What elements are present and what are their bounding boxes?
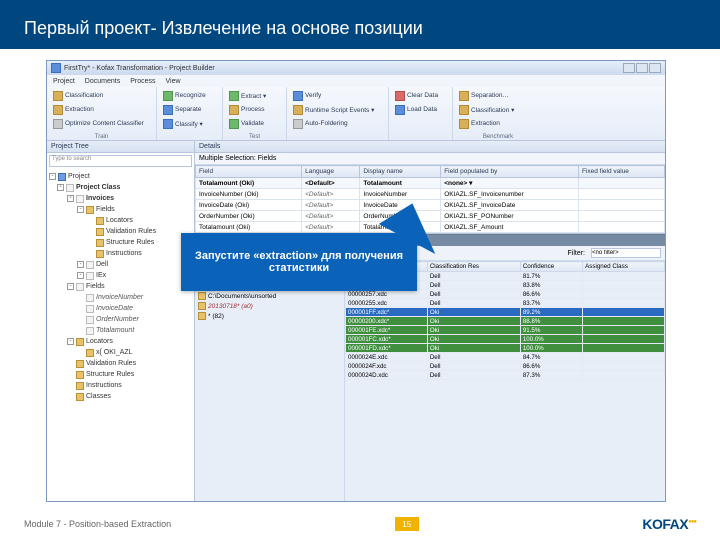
tree-node[interactable]: -Fields [49, 204, 194, 215]
ribbon-benchextract[interactable]: Extraction [459, 117, 537, 130]
minimize-button[interactable] [623, 63, 635, 73]
file-row[interactable]: 0000024D.xdcDell87.3% [346, 371, 665, 380]
app-window: FirstTry* - Kofax Transformation - Proje… [46, 60, 666, 502]
tree-node[interactable]: Validation Rules [49, 358, 194, 369]
titlebar: FirstTry* - Kofax Transformation - Proje… [47, 61, 665, 75]
filter-input[interactable] [591, 248, 661, 258]
file-table[interactable]: FilenameClassification ResConfidenceAssi… [345, 261, 665, 501]
project-tree-header: Project Tree [47, 141, 194, 153]
tree-node[interactable]: -Invoices [49, 193, 194, 204]
ribbon-loaddata[interactable]: Load Data [395, 103, 446, 116]
tree-node[interactable]: Instructions [49, 380, 194, 391]
ribbon-benchclass[interactable]: Classification ▾ [459, 103, 537, 116]
tree-node[interactable]: -Fields [49, 281, 194, 292]
bench-set-row[interactable]: * (82) [195, 311, 344, 321]
grid-column-header[interactable]: Language [302, 166, 360, 178]
tree-list[interactable]: -Project-Project Class-Invoices-FieldsLo… [47, 169, 194, 501]
project-tree-panel: Project Tree Type to search -Project-Pro… [47, 141, 195, 501]
ribbon-separation[interactable]: Separation… [459, 89, 537, 102]
grid-row[interactable]: InvoiceNumber (Oki)<Default>InvoiceNumbe… [196, 189, 665, 200]
menubar: Project Documents Process View [47, 75, 665, 87]
tree-node[interactable]: -IEx [49, 270, 194, 281]
ribbon-recognize[interactable]: Recognize [163, 89, 216, 102]
kofax-logo: KOFAX [642, 516, 696, 532]
slide-title: Первый проект- Извлечение на основе пози… [0, 0, 720, 49]
bench-set-row[interactable]: 20130718* (a0) [195, 301, 344, 311]
ribbon-verify[interactable]: Verify [293, 89, 382, 102]
file-row[interactable]: 000001FD.xdc*Oki100.0% [346, 344, 665, 353]
close-button[interactable] [649, 63, 661, 73]
details-header: Details [195, 141, 665, 153]
bench-set-row[interactable]: C:\Documents\unsorted [195, 291, 344, 301]
file-column-header[interactable]: Classification Res [427, 262, 520, 272]
callout-box: Запустите «extraction» для получения ста… [181, 233, 417, 291]
module-label: Module 7 - Position-based Extraction [24, 519, 171, 529]
file-column-header[interactable]: Assigned Class [583, 262, 665, 272]
grid-column-header[interactable]: Field populated by [441, 166, 579, 178]
grid-row[interactable]: InvoiceDate (Oki)<Default>InvoiceDateOKI… [196, 200, 665, 211]
file-row[interactable]: 0000024E.xdcDell84.7% [346, 353, 665, 362]
tree-node[interactable]: Structure Rules [49, 237, 194, 248]
tree-search[interactable]: Type to search [49, 155, 192, 167]
tree-node[interactable]: Locators [49, 215, 194, 226]
grid-column-header[interactable]: Fixed field value [578, 166, 664, 178]
grid-row[interactable]: Totalamount (Oki)<Default>Totalamount<no… [196, 178, 665, 189]
ribbon-classification[interactable]: Classification [53, 89, 150, 102]
ribbon-group-train-label: Train [47, 134, 156, 140]
document-sets: Test Set C:\Documents\Golden Benchmark S… [195, 261, 345, 501]
ribbon: Classification Extraction Optimize Conte… [47, 87, 665, 141]
file-row[interactable]: 0000024F.xdcDell86.6% [346, 362, 665, 371]
tree-node[interactable]: Classes [49, 391, 194, 402]
ribbon-process[interactable]: Process [229, 103, 280, 116]
file-row[interactable]: 000001FE.xdc*Oki91.5% [346, 326, 665, 335]
ribbon-optimize[interactable]: Optimize Content Classifier [53, 117, 150, 130]
menu-documents[interactable]: Documents [85, 78, 120, 85]
tree-node[interactable]: Totalamount [49, 325, 194, 336]
tree-node[interactable]: InvoiceNumber [49, 292, 194, 303]
details-subheader: Multiple Selection: Fields [199, 155, 276, 162]
tree-node[interactable]: OrderNumber [49, 314, 194, 325]
grid-column-header[interactable]: Field [196, 166, 302, 178]
app-icon [51, 63, 61, 73]
ribbon-cleardata[interactable]: Clear Data [395, 89, 446, 102]
tree-node[interactable]: x{ OKI_AZL [49, 347, 194, 358]
menu-project[interactable]: Project [53, 78, 75, 85]
file-row[interactable]: 00000200.xdc*Oki88.8% [346, 317, 665, 326]
ribbon-separate[interactable]: Separate [163, 103, 216, 116]
ribbon-validate[interactable]: Validate [229, 117, 280, 130]
tree-node[interactable]: -Project [49, 171, 194, 182]
tree-node[interactable]: Instructions [49, 248, 194, 259]
file-row[interactable]: 000001FF.xdc*Oki89.2% [346, 308, 665, 317]
file-row[interactable]: 000001FC.xdc*Oki100.0% [346, 335, 665, 344]
file-row[interactable]: 00000255.xdcDell83.7% [346, 299, 665, 308]
grid-column-header[interactable]: Display name [360, 166, 441, 178]
tree-node[interactable]: Validation Rules [49, 226, 194, 237]
filter-label: Filter: [568, 250, 586, 257]
tree-node[interactable]: -Project Class [49, 182, 194, 193]
ribbon-group-test-label: Test [223, 134, 286, 140]
tree-node[interactable]: -Dell [49, 259, 194, 270]
page-number: 15 [395, 517, 419, 531]
tree-node[interactable]: InvoiceDate [49, 303, 194, 314]
tree-node[interactable]: -Locators [49, 336, 194, 347]
window-title: FirstTry* - Kofax Transformation - Proje… [64, 65, 215, 72]
menu-view[interactable]: View [166, 78, 181, 85]
ribbon-extract[interactable]: Extract ▾ [229, 89, 280, 102]
menu-process[interactable]: Process [130, 78, 155, 85]
maximize-button[interactable] [636, 63, 648, 73]
ribbon-classify[interactable]: Classify ▾ [163, 117, 216, 130]
ribbon-scriptevents[interactable]: Runtime Script Events ▾ [293, 103, 382, 116]
tree-node[interactable]: Structure Rules [49, 369, 194, 380]
file-column-header[interactable]: Confidence [520, 262, 582, 272]
ribbon-autofoldering[interactable]: Auto-Foldering [293, 117, 382, 130]
ribbon-group-bench-label: Benchmark [453, 134, 543, 140]
ribbon-extraction[interactable]: Extraction [53, 103, 150, 116]
